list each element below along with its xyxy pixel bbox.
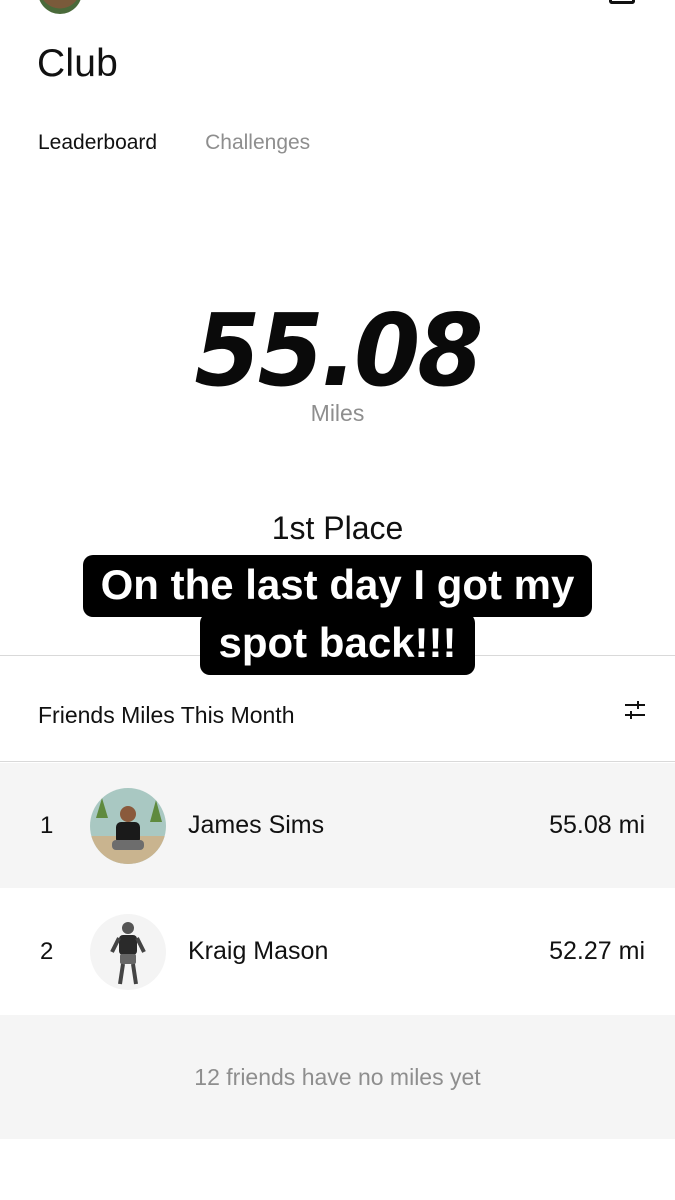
- story-caption: On the last day I got my spot back!!!: [0, 555, 675, 675]
- leaderboard-row[interactable]: 2 Kraig Mason 52.27 mi: [0, 889, 675, 1014]
- list-divider: [0, 761, 675, 762]
- profile-avatar[interactable]: [38, 0, 82, 14]
- inbox-icon[interactable]: [609, 0, 635, 4]
- friend-photo-icon: [90, 913, 166, 990]
- no-miles-notice: 12 friends have no miles yet: [0, 1015, 675, 1139]
- friend-name: Kraig Mason: [188, 937, 329, 965]
- tab-bar: Leaderboard Challenges: [38, 131, 310, 155]
- rank-number: 2: [40, 937, 54, 965]
- no-miles-text: 12 friends have no miles yet: [194, 1063, 481, 1090]
- avatar: [90, 787, 166, 864]
- friend-photo-icon: [90, 787, 166, 864]
- tab-challenges[interactable]: Challenges: [205, 131, 310, 155]
- caption-line-1: On the last day I got my: [82, 555, 593, 617]
- rank-number: 1: [40, 811, 54, 839]
- sliders-icon[interactable]: [623, 698, 647, 722]
- tab-leaderboard[interactable]: Leaderboard: [38, 131, 157, 155]
- place-label: 1st Place: [271, 510, 404, 546]
- caption-line-2: spot back!!!: [200, 613, 475, 675]
- friend-name: James Sims: [188, 811, 325, 839]
- friend-miles: 55.08 mi: [549, 811, 645, 839]
- page-title: Club: [37, 42, 119, 85]
- total-miles-value: 55.08: [194, 292, 483, 409]
- friend-miles: 52.27 mi: [549, 937, 645, 965]
- avatar: [90, 913, 166, 990]
- miles-unit-label: Miles: [310, 400, 365, 426]
- friends-section-header: Friends Miles This Month: [38, 702, 295, 728]
- leaderboard-row[interactable]: 1 James Sims 55.08 mi: [0, 763, 675, 888]
